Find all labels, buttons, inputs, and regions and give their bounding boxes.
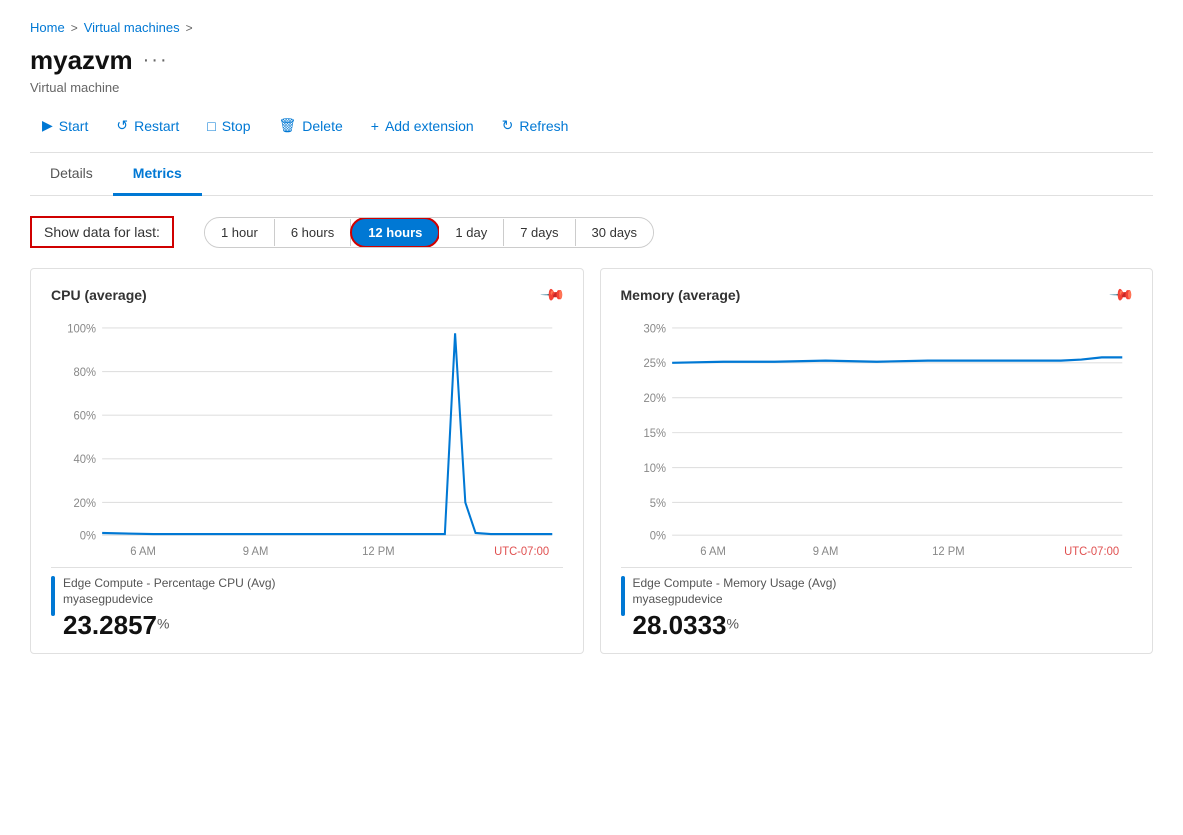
start-icon: ▶ (42, 117, 53, 134)
svg-text:15%: 15% (643, 427, 666, 440)
cpu-chart-legend: Edge Compute - Percentage CPU (Avg) myas… (51, 567, 563, 641)
start-label: Start (59, 118, 89, 134)
restart-label: Restart (134, 118, 179, 134)
cpu-pin-icon[interactable]: 📌 (538, 281, 566, 309)
time-opt-1hour[interactable]: 1 hour (205, 219, 275, 246)
time-opt-6hours[interactable]: 6 hours (275, 219, 351, 246)
show-data-label: Show data for last: (30, 216, 174, 248)
svg-text:60%: 60% (73, 409, 96, 422)
cpu-chart-header: CPU (average) 📌 (51, 285, 563, 305)
cpu-legend-text: Edge Compute - Percentage CPU (Avg) myas… (63, 576, 563, 641)
add-icon: + (371, 118, 379, 134)
time-filter-row: Show data for last: 1 hour 6 hours 12 ho… (30, 216, 1153, 248)
memory-legend-unit: % (726, 615, 738, 631)
svg-text:30%: 30% (643, 322, 666, 335)
tab-metrics[interactable]: Metrics (113, 153, 202, 196)
cpu-legend-value: 23.2857 (63, 610, 157, 640)
cpu-chart-card: CPU (average) 📌 100% 80% 60% 40% 20% (30, 268, 584, 654)
svg-text:6 AM: 6 AM (130, 545, 156, 557)
svg-text:12 PM: 12 PM (932, 545, 965, 557)
memory-chart-card: Memory (average) 📌 30% 25% 20% 15% 10% (600, 268, 1154, 654)
svg-text:0%: 0% (649, 529, 665, 542)
svg-text:20%: 20% (643, 392, 666, 405)
memory-chart-svg: 30% 25% 20% 15% 10% 5% 0% (621, 317, 1133, 557)
cpu-chart-svg-wrap: 100% 80% 60% 40% 20% 0% 6 AM (51, 317, 563, 557)
add-extension-button[interactable]: + Add extension (359, 112, 486, 140)
memory-pin-icon[interactable]: 📌 (1108, 281, 1136, 309)
svg-text:40%: 40% (73, 453, 96, 466)
svg-text:5%: 5% (649, 497, 665, 510)
svg-text:80%: 80% (73, 366, 96, 379)
cpu-chart-title: CPU (average) (51, 287, 147, 303)
delete-label: Delete (302, 118, 342, 134)
more-options-icon[interactable]: ··· (143, 49, 169, 72)
stop-button[interactable]: □ Stop (195, 112, 262, 140)
cpu-legend-device: myasegpudevice (63, 592, 563, 606)
memory-legend-color-bar (621, 576, 625, 616)
breadcrumb-home[interactable]: Home (30, 20, 65, 35)
time-opt-30days[interactable]: 30 days (576, 219, 654, 246)
cpu-chart-svg: 100% 80% 60% 40% 20% 0% 6 AM (51, 317, 563, 557)
memory-chart-header: Memory (average) 📌 (621, 285, 1133, 305)
svg-text:10%: 10% (643, 462, 666, 475)
tabs: Details Metrics (30, 153, 1153, 196)
svg-text:UTC-07:00: UTC-07:00 (494, 545, 550, 557)
cpu-legend-name: Edge Compute - Percentage CPU (Avg) (63, 576, 563, 590)
svg-text:12 PM: 12 PM (362, 545, 395, 557)
memory-chart-legend: Edge Compute - Memory Usage (Avg) myaseg… (621, 567, 1133, 641)
time-opt-1day[interactable]: 1 day (439, 219, 504, 246)
stop-icon: □ (207, 118, 215, 134)
svg-text:9 AM: 9 AM (243, 545, 269, 557)
tab-details[interactable]: Details (30, 153, 113, 196)
restart-icon: ↺ (116, 117, 128, 134)
cpu-legend-unit: % (157, 615, 169, 631)
delete-button[interactable]: 🗑 Delete (267, 111, 355, 140)
add-extension-label: Add extension (385, 118, 474, 134)
memory-legend-text: Edge Compute - Memory Usage (Avg) myaseg… (633, 576, 1133, 641)
svg-text:25%: 25% (643, 357, 666, 370)
memory-legend-value: 28.0333 (633, 610, 727, 640)
svg-text:20%: 20% (73, 497, 96, 510)
breadcrumb-vms[interactable]: Virtual machines (84, 20, 180, 35)
restart-button[interactable]: ↺ Restart (104, 111, 191, 140)
refresh-button[interactable]: ↻ Refresh (490, 111, 581, 140)
svg-text:6 AM: 6 AM (700, 545, 726, 557)
vm-title: myazvm (30, 45, 133, 76)
vm-header: myazvm ··· (30, 45, 1153, 76)
svg-text:100%: 100% (67, 322, 96, 335)
time-options: 1 hour 6 hours 12 hours 1 day 7 days 30 … (204, 217, 654, 248)
page: Home > Virtual machines > myazvm ··· Vir… (0, 0, 1183, 835)
charts-row: CPU (average) 📌 100% 80% 60% 40% 20% (30, 268, 1153, 654)
breadcrumb-sep2: > (186, 21, 193, 35)
cpu-legend-color-bar (51, 576, 55, 616)
breadcrumb-sep1: > (71, 21, 78, 35)
delete-icon: 🗑 (279, 117, 297, 134)
memory-legend-name: Edge Compute - Memory Usage (Avg) (633, 576, 1133, 590)
time-opt-7days[interactable]: 7 days (504, 219, 575, 246)
stop-label: Stop (222, 118, 251, 134)
memory-chart-title: Memory (average) (621, 287, 741, 303)
breadcrumb: Home > Virtual machines > (30, 20, 1153, 35)
vm-subtitle: Virtual machine (30, 80, 1153, 95)
svg-text:9 AM: 9 AM (812, 545, 838, 557)
memory-legend-device: myasegpudevice (633, 592, 1133, 606)
svg-text:UTC-07:00: UTC-07:00 (1064, 545, 1120, 557)
start-button[interactable]: ▶ Start (30, 111, 100, 140)
refresh-label: Refresh (519, 118, 568, 134)
refresh-icon: ↻ (502, 117, 514, 134)
toolbar: ▶ Start ↺ Restart □ Stop 🗑 Delete + Add … (30, 111, 1153, 153)
memory-chart-svg-wrap: 30% 25% 20% 15% 10% 5% 0% (621, 317, 1133, 557)
time-opt-12hours[interactable]: 12 hours (350, 217, 440, 248)
svg-text:0%: 0% (80, 529, 96, 542)
